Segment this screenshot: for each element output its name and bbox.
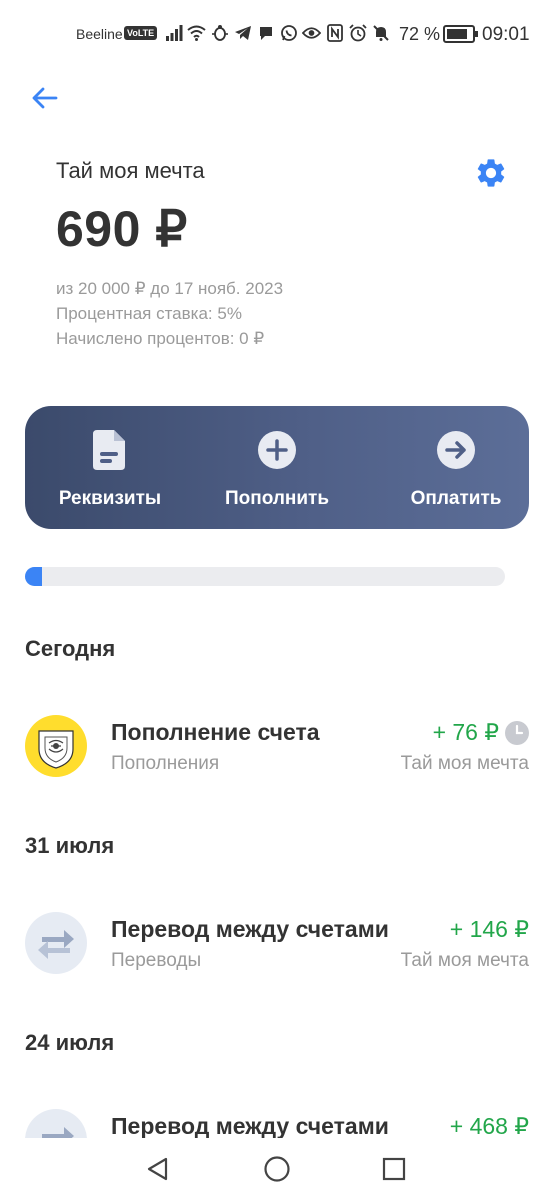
account-title: Тай моя мечта xyxy=(56,158,205,183)
transaction-amount: + 76 ₽ xyxy=(432,719,499,745)
section-title-july-24: 24 июля xyxy=(25,1030,115,1055)
whatsapp-icon xyxy=(279,22,298,44)
transaction-row[interactable]: Пополнение счета Пополнения + 76 ₽ Тай м… xyxy=(0,715,554,795)
tinkoff-logo-icon xyxy=(25,715,87,777)
transaction-title: Пополнение счета xyxy=(111,719,320,745)
transaction-row[interactable]: Перевод между счетами + 468 ₽ xyxy=(0,1109,554,1138)
transfer-arrows-icon xyxy=(25,1109,87,1138)
telegram-icon xyxy=(233,22,252,44)
pay-button[interactable]: Оплатить xyxy=(381,406,531,529)
transaction-title: Перевод между счетами xyxy=(111,916,389,942)
goal-progress-fill xyxy=(25,567,42,586)
volte-badge: VoLTE xyxy=(124,26,158,40)
system-nav-bar xyxy=(0,1138,554,1200)
section-title-today: Сегодня xyxy=(25,636,116,661)
nav-home-button[interactable] xyxy=(257,1152,297,1186)
nav-recents-button[interactable] xyxy=(374,1152,414,1186)
interest-accrued: Начислено процентов: 0 ₽ xyxy=(56,329,265,348)
nav-back-button[interactable] xyxy=(138,1152,178,1186)
battery-percent: 72 % xyxy=(399,24,441,44)
goal-target: из 20 000 ₽ до 17 нояб. 2023 xyxy=(56,279,284,298)
requisites-label: Реквизиты xyxy=(58,488,162,509)
clock-pending-icon xyxy=(505,720,529,745)
interest-rate: Процентная ставка: 5% xyxy=(56,304,242,323)
requisites-button[interactable]: Реквизиты xyxy=(45,406,175,529)
top-up-label: Пополнить xyxy=(224,488,330,509)
pay-label: Оплатить xyxy=(410,488,502,509)
transaction-amount-wrap: + 76 ₽ xyxy=(433,719,529,746)
circle-home-icon xyxy=(264,1156,290,1182)
alarm-icon xyxy=(348,22,367,44)
chat-icon xyxy=(256,22,275,44)
transaction-amount-wrap: + 146 ₽ xyxy=(450,916,529,943)
wifi-icon xyxy=(187,22,206,44)
signal-icon xyxy=(164,22,183,44)
arrow-left-icon xyxy=(32,87,58,109)
gear-icon xyxy=(477,159,505,187)
transfer-arrows-icon xyxy=(25,912,87,974)
eye-icon xyxy=(302,22,321,44)
transaction-amount-wrap: + 468 ₽ xyxy=(450,1113,529,1138)
status-icons xyxy=(164,22,390,44)
transaction-category: Пополнения xyxy=(111,753,220,774)
status-bar: Beeline VoLTE 72 % 09:01 xyxy=(0,0,554,68)
balance-amount: 690 ₽ xyxy=(56,201,188,257)
section-title-july-31: 31 июля xyxy=(25,833,115,858)
triangle-back-icon xyxy=(147,1157,168,1181)
document-icon xyxy=(90,430,130,470)
square-recents-icon xyxy=(382,1157,406,1181)
transaction-amount: + 146 ₽ xyxy=(449,916,529,942)
top-up-button[interactable]: Пополнить xyxy=(212,406,342,529)
action-panel: Реквизиты Пополнить Оплатить xyxy=(25,406,529,529)
nfc-icon xyxy=(325,22,344,44)
transaction-title: Перевод между счетами xyxy=(111,1113,389,1138)
battery-icon xyxy=(443,25,478,43)
carrier-name: Beeline xyxy=(76,26,123,42)
transaction-account: Тай моя мечта xyxy=(400,950,529,971)
back-button[interactable] xyxy=(26,80,62,116)
transaction-account: Тай моя мечта xyxy=(400,753,529,774)
goal-progress-bar xyxy=(25,567,505,586)
transaction-row[interactable]: Перевод между счетами Переводы + 146 ₽ Т… xyxy=(0,912,554,992)
arrow-right-circle-icon xyxy=(436,430,476,470)
transaction-category: Переводы xyxy=(111,950,202,971)
clock: 09:01 xyxy=(482,24,530,45)
plus-circle-icon xyxy=(257,430,297,470)
transaction-amount: + 468 ₽ xyxy=(449,1113,529,1138)
settings-button[interactable] xyxy=(472,154,510,192)
bug-icon xyxy=(210,22,229,44)
mute-icon xyxy=(371,22,390,44)
